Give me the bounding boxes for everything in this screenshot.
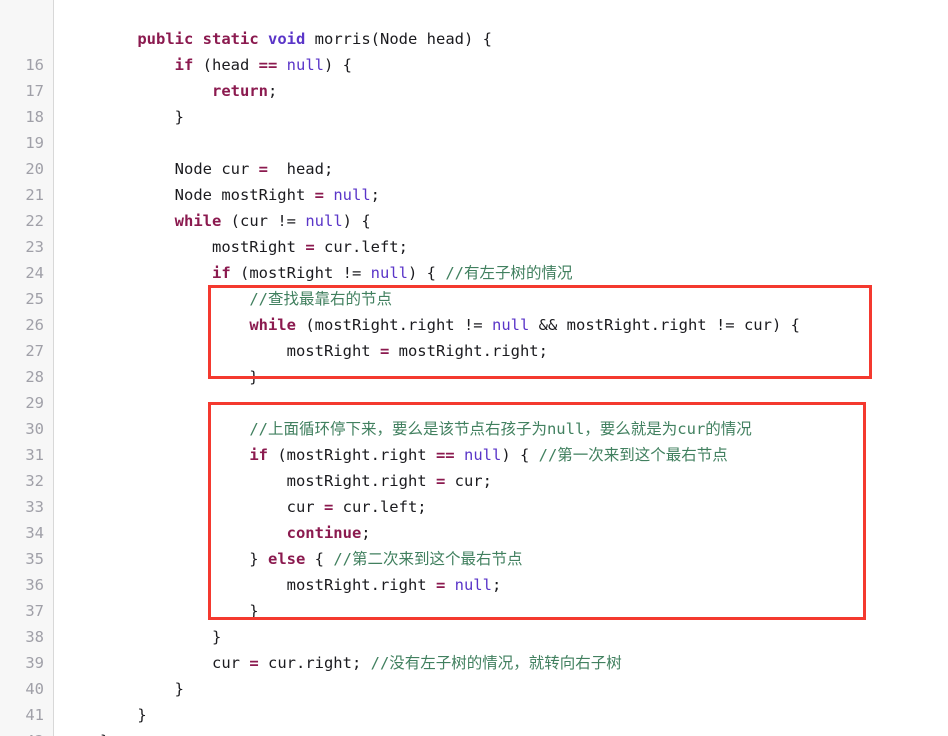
code-line: 25 mostRight = cur.left; xyxy=(0,234,948,308)
code-line: 43 } xyxy=(0,702,948,728)
code-line: 31 xyxy=(0,390,948,464)
code-line: 23 Node mostRight = null; xyxy=(0,182,948,256)
code-line: 39 } xyxy=(0,598,948,672)
line-content[interactable]: Node cur = head; xyxy=(55,156,334,182)
code-line: 35 cur = cur.left; xyxy=(0,494,948,568)
line-content[interactable]: cur = cur.left; xyxy=(55,494,427,520)
line-content[interactable]: mostRight = cur.left; xyxy=(55,234,408,260)
code-line: 38 mostRight.right = null; xyxy=(0,572,948,646)
code-line: 20 } xyxy=(0,104,948,178)
code-line: 32 //上面循环停下来，要么是该节点右孩子为null，要么就是为cur的情况 xyxy=(0,416,948,490)
line-content[interactable] xyxy=(55,390,100,416)
code-line: 16 xyxy=(0,0,948,74)
code-line: 42 } xyxy=(0,676,948,736)
code-line: 18 if (head == null) { xyxy=(0,52,948,126)
code-line: 34 mostRight.right = cur; xyxy=(0,468,948,542)
code-line: 26 if (mostRight != null) { //有左子树的情况 xyxy=(0,260,948,334)
inline-comment: //第二次来到这个最右节点 xyxy=(333,550,523,568)
line-content[interactable]: if (head == null) { xyxy=(55,52,352,78)
code-line: 41 cur = cur.right; //没有左子树的情况，就转向右子树 xyxy=(0,650,948,724)
line-content[interactable]: //查找最靠右的节点 xyxy=(55,286,392,312)
code-line: 33 if (mostRight.right == null) { //第一次来… xyxy=(0,442,948,516)
line-content[interactable]: continue; xyxy=(55,520,371,546)
inline-comment: //查找最靠右的节点 xyxy=(249,290,392,308)
inline-comment: //没有左子树的情况，就转向右子树 xyxy=(370,654,622,672)
line-content[interactable]: } xyxy=(55,624,221,650)
line-content[interactable]: } xyxy=(55,104,184,130)
line-content[interactable]: mostRight.right = cur; xyxy=(55,468,492,494)
code-line: 28 while (mostRight.right != null && mos… xyxy=(0,312,948,386)
line-content[interactable]: } xyxy=(55,598,258,624)
line-content[interactable] xyxy=(55,130,100,156)
line-content[interactable]: mostRight = mostRight.right; xyxy=(55,338,548,364)
line-content[interactable]: } xyxy=(55,728,109,736)
line-content[interactable]: while (cur != null) { xyxy=(55,208,371,234)
line-content[interactable]: while (mostRight.right != null && mostRi… xyxy=(55,312,800,338)
line-content[interactable]: } xyxy=(55,702,146,728)
line-content[interactable]: } xyxy=(55,676,184,702)
line-content[interactable]: } xyxy=(55,364,258,390)
line-content[interactable] xyxy=(55,0,100,26)
code-line: 29 mostRight = mostRight.right; xyxy=(0,338,948,412)
line-content[interactable]: public static void morris(Node head) { xyxy=(55,26,492,52)
inline-comment: //有左子树的情况 xyxy=(445,264,573,282)
code-line: 36 continue; xyxy=(0,520,948,594)
line-content[interactable]: mostRight.right = null; xyxy=(55,572,502,598)
code-editor-screenshot: 16 17 public static void morris(Node hea… xyxy=(0,0,948,736)
line-content[interactable]: Node mostRight = null; xyxy=(55,182,380,208)
line-content[interactable]: if (mostRight != null) { //有左子树的情况 xyxy=(55,260,573,286)
code-line: 22 Node cur = head; xyxy=(0,156,948,230)
code-line: 30 } xyxy=(0,364,948,438)
code-line: 21 xyxy=(0,130,948,204)
code-line: 44 } xyxy=(0,728,948,736)
code-line: 24 while (cur != null) { xyxy=(0,208,948,282)
inline-comment: //第一次来到这个最右节点 xyxy=(538,446,728,464)
line-content[interactable]: } else { //第二次来到这个最右节点 xyxy=(55,546,522,572)
line-content[interactable]: if (mostRight.right == null) { //第一次来到这个… xyxy=(55,442,728,468)
code-line: 37 } else { //第二次来到这个最右节点 xyxy=(0,546,948,620)
line-content[interactable]: //上面循环停下来，要么是该节点右孩子为null，要么就是为cur的情况 xyxy=(55,416,752,442)
code-line: 27 //查找最靠右的节点 xyxy=(0,286,948,360)
code-line: 40 } xyxy=(0,624,948,698)
code-line: 17 public static void morris(Node head) … xyxy=(0,26,948,100)
line-content[interactable]: cur = cur.right; //没有左子树的情况，就转向右子树 xyxy=(55,650,622,676)
code-line: 19 return; xyxy=(0,78,948,152)
line-content[interactable]: return; xyxy=(55,78,277,104)
inline-comment: //上面循环停下来，要么是该节点右孩子为null，要么就是为cur的情况 xyxy=(249,420,752,438)
